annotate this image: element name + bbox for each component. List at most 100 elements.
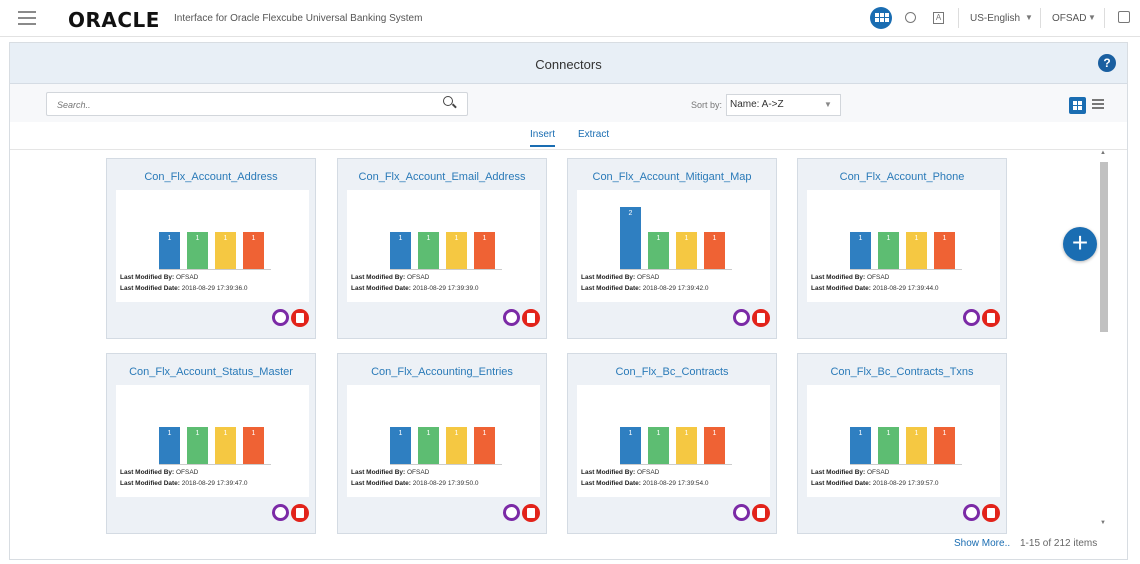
search-input[interactable] [55, 96, 429, 114]
edit-icon[interactable] [733, 309, 750, 326]
globe-icon[interactable] [905, 12, 916, 23]
divider [1104, 8, 1105, 28]
scroll-thumb[interactable] [1100, 162, 1108, 332]
help-icon[interactable]: ? [1098, 54, 1116, 72]
connector-title[interactable]: Con_Flx_Account_Phone [798, 171, 1006, 183]
last-modified-by: Last Modified By: OFSAD [120, 469, 198, 476]
language-select[interactable]: US-English [970, 13, 1020, 24]
edit-icon[interactable] [963, 504, 980, 521]
chart-baseline [159, 464, 271, 465]
scroll-down-icon[interactable]: ▼ [1100, 520, 1106, 526]
scrollbar[interactable]: ▲ ▼ [1099, 150, 1109, 528]
connector-chart: 1 1 1 1 Last Modified By: OFSAD Last Modified… [807, 190, 1000, 302]
connector-title[interactable]: Con_Flx_Accounting_Entries [338, 366, 546, 378]
connector-card[interactable]: Con_Flx_Account_Status_Master 1 1 1 1 Last Mo… [106, 353, 316, 534]
scroll-up-icon[interactable]: ▲ [1100, 150, 1106, 156]
modified-date-value: 2018-08-29 17:39:44.0 [872, 285, 939, 292]
last-modified-by: Last Modified By: OFSAD [351, 274, 429, 281]
delete-icon[interactable] [291, 309, 309, 327]
add-connector-button[interactable]: + [1063, 227, 1097, 261]
chart-bar: 1 [243, 427, 264, 464]
delete-icon[interactable] [982, 309, 1000, 327]
chart-bar: 1 [243, 232, 264, 269]
chevron-down-icon[interactable]: ▼ [1025, 13, 1033, 22]
modified-date-label: Last Modified Date: [351, 285, 411, 292]
tab-bar: Insert Extract [10, 123, 1127, 150]
chart-bar: 1 [418, 232, 439, 269]
delete-icon[interactable] [522, 309, 540, 327]
connector-card[interactable]: Con_Flx_Account_Email_Address 1 1 1 1 Last Mo… [337, 158, 547, 339]
last-modified-date: Last Modified Date: 2018-08-29 17:39:50.… [351, 480, 479, 487]
edit-icon[interactable] [272, 504, 289, 521]
edit-icon[interactable] [963, 309, 980, 326]
hamburger-menu-icon[interactable] [18, 11, 36, 25]
list-view-icon[interactable] [1092, 99, 1104, 111]
chevron-down-icon[interactable]: ▼ [1088, 13, 1096, 22]
last-modified-date: Last Modified Date: 2018-08-29 17:39:44.… [811, 285, 939, 292]
toolbar: Sort by: Name: A->Z ▼ [10, 84, 1127, 122]
accessibility-icon[interactable]: A [933, 12, 944, 24]
connector-chart: 1 1 1 1 Last Modified By: OFSAD Last Modified… [807, 385, 1000, 497]
connector-title[interactable]: Con_Flx_Account_Mitigant_Map [568, 171, 776, 183]
connector-card[interactable]: Con_Flx_Bc_Contracts 1 1 1 1 Last Modified By… [567, 353, 777, 534]
sort-label: Sort by: [691, 100, 723, 110]
tab-insert[interactable]: Insert [530, 129, 556, 147]
chart-baseline [620, 464, 732, 465]
grid-view-icon[interactable] [1069, 97, 1086, 114]
chart-bar: 1 [620, 427, 641, 464]
chart-bar: 1 [187, 232, 208, 269]
chart-bar: 1 [390, 232, 411, 269]
chart-bar: 1 [850, 232, 871, 269]
chart-baseline [850, 464, 962, 465]
connector-title[interactable]: Con_Flx_Account_Address [107, 171, 315, 183]
delete-icon[interactable] [522, 504, 540, 522]
show-more-link[interactable]: Show More.. [954, 538, 1010, 549]
delete-icon[interactable] [982, 504, 1000, 522]
connector-card[interactable]: Con_Flx_Bc_Contracts_Txns 1 1 1 1 Last Modifi… [797, 353, 1007, 534]
tab-extract[interactable]: Extract [578, 129, 609, 140]
chart-bar: 1 [704, 232, 725, 269]
modified-date-value: 2018-08-29 17:39:50.0 [412, 480, 479, 487]
edit-icon[interactable] [503, 309, 520, 326]
delete-icon[interactable] [291, 504, 309, 522]
modified-by-label: Last Modified By: [120, 274, 175, 281]
last-modified-by: Last Modified By: OFSAD [351, 469, 429, 476]
edit-icon[interactable] [272, 309, 289, 326]
chart-bar: 1 [704, 427, 725, 464]
chart-bar: 1 [474, 427, 495, 464]
monitor-icon[interactable] [1118, 11, 1130, 23]
connector-title[interactable]: Con_Flx_Bc_Contracts_Txns [798, 366, 1006, 378]
modified-by-value: OFSAD [866, 469, 890, 476]
chart-bar: 1 [878, 427, 899, 464]
divider [958, 8, 959, 28]
connector-card[interactable]: Con_Flx_Account_Mitigant_Map 2 1 1 1 Last Mod… [567, 158, 777, 339]
delete-icon[interactable] [752, 504, 770, 522]
connector-card[interactable]: Con_Flx_Account_Phone 1 1 1 1 Last Modified B… [797, 158, 1007, 339]
connector-card[interactable]: Con_Flx_Account_Address 1 1 1 1 Last Modified… [106, 158, 316, 339]
chart-bar: 1 [906, 232, 927, 269]
modified-by-value: OFSAD [175, 274, 199, 281]
connector-title[interactable]: Con_Flx_Account_Status_Master [107, 366, 315, 378]
modified-by-label: Last Modified By: [581, 274, 636, 281]
connector-card[interactable]: Con_Flx_Accounting_Entries 1 1 1 1 Last Modif… [337, 353, 547, 534]
apps-grid-icon[interactable] [870, 7, 892, 29]
modified-date-label: Last Modified Date: [581, 285, 641, 292]
connector-title[interactable]: Con_Flx_Account_Email_Address [338, 171, 546, 183]
sort-select[interactable]: Name: A->Z ▼ [726, 94, 841, 116]
edit-icon[interactable] [733, 504, 750, 521]
modified-date-value: 2018-08-29 17:39:42.0 [642, 285, 709, 292]
connector-chart: 2 1 1 1 Last Modified By: OFSAD Last Modified… [577, 190, 770, 302]
chart-bar: 1 [934, 427, 955, 464]
modified-date-value: 2018-08-29 17:39:36.0 [181, 285, 248, 292]
modified-date-label: Last Modified Date: [120, 480, 180, 487]
chart-bar: 1 [446, 427, 467, 464]
chart-bar: 1 [390, 427, 411, 464]
connector-title[interactable]: Con_Flx_Bc_Contracts [568, 366, 776, 378]
chart-bar: 1 [850, 427, 871, 464]
chart-bar: 2 [620, 207, 641, 269]
chart-bar: 1 [474, 232, 495, 269]
search-icon[interactable] [443, 96, 453, 106]
edit-icon[interactable] [503, 504, 520, 521]
user-menu[interactable]: OFSAD [1052, 13, 1086, 24]
delete-icon[interactable] [752, 309, 770, 327]
